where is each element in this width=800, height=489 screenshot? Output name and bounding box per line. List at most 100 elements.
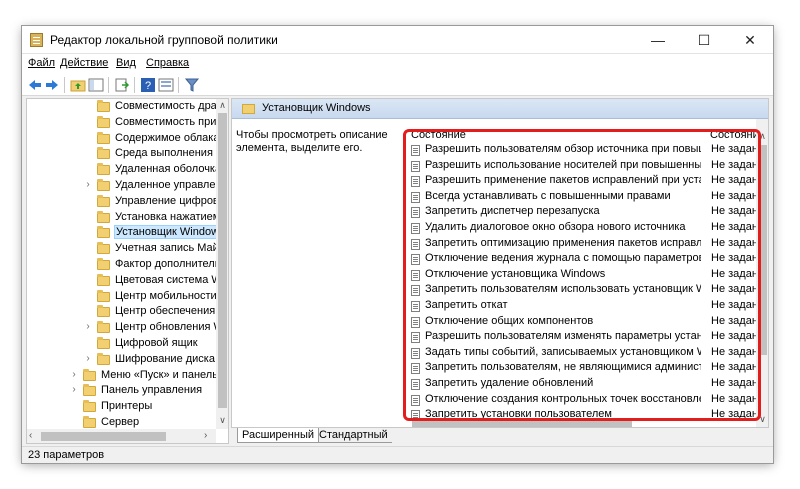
- menu-file[interactable]: Файл: [28, 57, 55, 69]
- tree-item-label: Содержимое облака: [115, 131, 220, 144]
- folder-icon: [83, 416, 96, 428]
- scroll-up-arrow-icon[interactable]: ∧: [756, 131, 768, 143]
- policy-row[interactable]: Разрешить использование носителей при по…: [411, 159, 764, 174]
- expand-arrow-icon[interactable]: ›: [69, 369, 79, 380]
- tree-item-label: Удаленное управлени: [115, 179, 228, 191]
- scroll-right-arrow-icon[interactable]: ›: [204, 430, 207, 441]
- folder-icon: [97, 305, 110, 318]
- tree-item-label: Центр обновления W: [115, 321, 224, 334]
- policy-name: Отключение ведения журнала с помощью пар…: [425, 252, 701, 265]
- console-tree-icon[interactable]: [88, 77, 104, 93]
- filter-icon[interactable]: [184, 77, 200, 93]
- policy-setting-icon: [411, 363, 420, 375]
- folder-up-icon[interactable]: [70, 77, 86, 93]
- policy-row[interactable]: Разрешить применение пакетов исправлений…: [411, 174, 764, 189]
- tree-vertical-scrollbar[interactable]: ∧ ∨: [216, 99, 228, 429]
- gpedit-window: Редактор локальной групповой политики — …: [22, 26, 773, 463]
- tree-horizontal-scrollbar[interactable]: ‹ ›: [27, 429, 216, 443]
- toolbar-separator: [64, 77, 65, 93]
- policy-row[interactable]: Всегда устанавливать с повышенными права…: [411, 190, 764, 205]
- tree-scroll-thumb[interactable]: [218, 113, 227, 408]
- details-hscroll-thumb[interactable]: [412, 419, 632, 427]
- status-text: 23 параметров: [28, 449, 105, 461]
- maximize-button[interactable]: ☐: [681, 26, 727, 54]
- policy-row[interactable]: Запретить пользователям использовать уст…: [411, 283, 764, 298]
- policy-name: Отключение создания контрольных точек во…: [425, 392, 701, 405]
- policy-row[interactable]: Запретить откат Не задана: [411, 299, 764, 314]
- policy-row[interactable]: Отключение установщика Windows Не задана: [411, 268, 764, 283]
- menu-help[interactable]: Справка: [146, 57, 189, 69]
- folder-icon: [97, 210, 110, 223]
- policy-setting-icon: [411, 254, 420, 266]
- details-vertical-scrollbar[interactable]: ∧ ∨: [756, 119, 768, 427]
- policy-name: Разрешить применение пакетов исправлений…: [425, 174, 701, 187]
- tree-item-label: Удаленная оболочка: [115, 163, 222, 176]
- policy-setting-icon: [411, 238, 420, 250]
- minimize-button[interactable]: —: [635, 26, 681, 54]
- title-bar[interactable]: Редактор локальной групповой политики — …: [22, 26, 773, 54]
- toolbar-separator: [134, 77, 135, 93]
- policy-name: Запретить откат: [425, 299, 508, 311]
- policy-setting-icon: [411, 207, 420, 219]
- expand-arrow-icon[interactable]: ›: [83, 353, 93, 364]
- folder-icon: [97, 242, 110, 255]
- close-button[interactable]: ✕: [727, 26, 773, 54]
- tab-standard[interactable]: Стандартный: [315, 428, 392, 443]
- policy-setting-icon: [411, 160, 420, 172]
- scroll-down-arrow-icon[interactable]: ∨: [756, 414, 768, 426]
- scroll-up-arrow-icon[interactable]: ∧: [216, 99, 228, 112]
- policy-row[interactable]: Задать типы событий, записываемых устано…: [411, 346, 764, 361]
- folder-icon: [242, 104, 255, 114]
- tree-item-label: Цифровой ящик: [115, 337, 198, 349]
- console-tree[interactable]: Совместимость драйв Совместимость прил Сод…: [26, 98, 229, 444]
- policy-setting-icon: [411, 316, 420, 328]
- scroll-down-arrow-icon[interactable]: ∨: [216, 414, 228, 427]
- tree-item-label: Сервер: [101, 416, 140, 428]
- column-header-name[interactable]: Состояние: [411, 129, 466, 141]
- policy-row[interactable]: Отключение общих компонентов Не задана: [411, 315, 764, 330]
- folder-icon: [97, 163, 110, 176]
- folder-icon: [97, 100, 110, 112]
- folder-icon: [97, 179, 110, 191]
- menu-view[interactable]: Вид: [116, 57, 136, 69]
- folder-icon: [97, 321, 110, 334]
- folder-icon: [83, 384, 96, 397]
- policy-row[interactable]: Разрешить пользователям изменять парамет…: [411, 330, 764, 345]
- policy-row[interactable]: Запретить удаление обновлений Не задана: [411, 377, 764, 392]
- policy-row[interactable]: Запретить оптимизацию применения пакетов…: [411, 236, 764, 252]
- window-title: Редактор локальной групповой политики: [50, 33, 278, 47]
- folder-icon: [97, 147, 110, 160]
- tree-item-label: Установщик Windows: [114, 225, 227, 240]
- policy-name: Запретить диспетчер перезапуска: [425, 205, 600, 218]
- folder-icon: [97, 337, 110, 349]
- tree-item-label: Среда выполнения пр: [115, 147, 229, 160]
- policy-row[interactable]: Разрешить пользователям обзор источника …: [411, 143, 764, 158]
- expand-arrow-icon[interactable]: ›: [83, 321, 93, 332]
- view-icon[interactable]: [158, 77, 174, 93]
- policy-row[interactable]: Запретить пользователям, не являющимися …: [411, 361, 764, 376]
- policy-setting-icon: [411, 223, 420, 234]
- description-text: Чтобы просмотреть описание элемента, выд…: [236, 129, 388, 154]
- policy-row[interactable]: Удалить диалоговое окно обзора нового ис…: [411, 221, 764, 236]
- policy-row[interactable]: Отключение создания контрольных точек во…: [411, 392, 764, 408]
- policy-row[interactable]: Отключение ведения журнала с помощью пар…: [411, 252, 764, 267]
- export-icon[interactable]: [114, 77, 130, 93]
- expand-arrow-icon[interactable]: ›: [69, 384, 79, 395]
- policy-setting-icon: [411, 347, 420, 359]
- folder-icon: [97, 273, 110, 286]
- tab-extended[interactable]: Расширенный: [237, 428, 319, 443]
- toolbar-separator: [178, 77, 179, 93]
- policy-row[interactable]: Запретить диспетчер перезапуска Не задана: [411, 205, 764, 220]
- details-header-title: Установщик Windows: [262, 102, 371, 114]
- scroll-left-arrow-icon[interactable]: ‹: [29, 430, 32, 441]
- back-arrow-icon[interactable]: [27, 77, 43, 93]
- forward-arrow-icon[interactable]: [44, 77, 60, 93]
- policy-name: Запретить оптимизацию применения пакетов…: [425, 236, 701, 249]
- menu-action[interactable]: Действие: [60, 57, 108, 69]
- help-icon[interactable]: ?: [140, 77, 156, 93]
- tree-item-label: Управление цифровы: [115, 194, 227, 207]
- folder-icon: [97, 289, 110, 302]
- expand-arrow-icon[interactable]: ›: [83, 179, 93, 190]
- tree-hscroll-thumb[interactable]: [41, 432, 166, 441]
- details-scroll-thumb[interactable]: [758, 145, 767, 355]
